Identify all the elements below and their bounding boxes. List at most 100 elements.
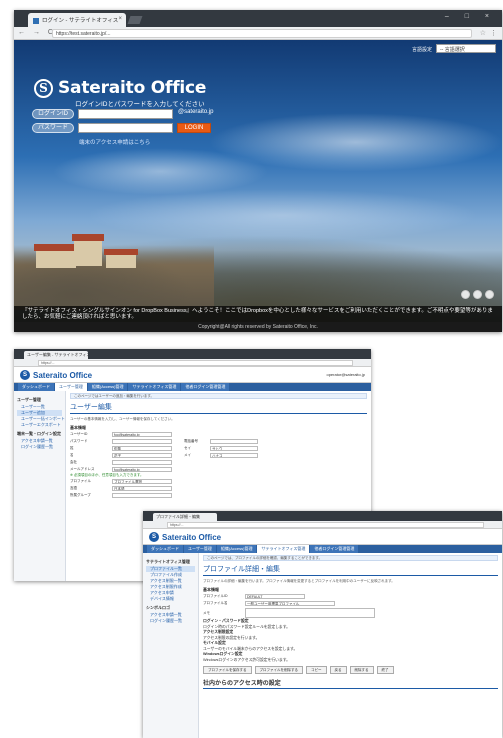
carousel-prev-icon[interactable] bbox=[473, 290, 482, 299]
form-row: パスワード 電話番号 bbox=[70, 438, 367, 445]
field-label: プロファイル bbox=[70, 479, 91, 483]
app-logo[interactable]: S Sateraito Office bbox=[20, 370, 92, 380]
profile-select[interactable]: プロファイル選択 bbox=[112, 479, 172, 484]
new-tab-button[interactable] bbox=[127, 16, 143, 24]
sidebar-item-device-info[interactable]: デバイス情報 bbox=[146, 596, 195, 602]
navigation-icons[interactable]: ← → C bbox=[18, 29, 56, 36]
form-row: プロファイル プロファイル選択 bbox=[70, 478, 367, 485]
tab-satellite-management[interactable]: サテライトオフィス管理 bbox=[257, 545, 310, 553]
app-logo[interactable]: S Sateraito Office bbox=[149, 532, 221, 542]
section-heading: 社内からのアクセス時の設定 bbox=[203, 678, 498, 689]
form-row: 所属グループ bbox=[70, 492, 367, 499]
user-id-field[interactable]: foo@sateraito.jp bbox=[112, 432, 172, 437]
field-label: 姓 bbox=[70, 446, 74, 450]
app-logo-text: Sateraito Office bbox=[33, 370, 93, 380]
address-bar: https://... bbox=[143, 521, 502, 529]
form-row: 姓 佐藤 セイ サトウ bbox=[70, 445, 367, 452]
password-input[interactable] bbox=[78, 123, 173, 133]
app-logo-text: Sateraito Office bbox=[162, 532, 222, 542]
memo-field[interactable] bbox=[245, 608, 375, 618]
finish-button[interactable]: 終了 bbox=[376, 666, 394, 674]
last-name-field[interactable]: 佐藤 bbox=[112, 446, 172, 451]
delete-profile-button[interactable]: プロファイルを削除する bbox=[254, 666, 303, 674]
tab-access-management[interactable]: 組織(Access)管理 bbox=[216, 545, 257, 553]
current-user[interactable]: operator@sateraito.jp bbox=[326, 372, 365, 377]
field-label: 所属グループ bbox=[70, 493, 91, 497]
back-button[interactable]: 戻る bbox=[329, 666, 347, 674]
email-field[interactable]: foo@sateraito.jp bbox=[112, 467, 172, 472]
carousel-next-icon[interactable] bbox=[485, 290, 494, 299]
url-field[interactable]: https://... bbox=[38, 360, 353, 366]
app-header: S Sateraito Office operator@sateraito.jp bbox=[14, 367, 371, 383]
profile-name-field[interactable]: 一般ユーザー用標準プロファイル bbox=[245, 601, 335, 606]
language-select[interactable]: 日本語 bbox=[112, 486, 172, 491]
language-select[interactable]: -- 言語選択 bbox=[436, 44, 496, 53]
setting-title: ログイン・パスワード設定 bbox=[203, 619, 249, 623]
page-title: ユーザー編集 bbox=[70, 402, 367, 414]
app-main-tabs: ダッシュボード ユーザー管理 組織(Access)管理 サテライトオフィス管理 … bbox=[14, 383, 371, 391]
login-id-input[interactable] bbox=[78, 109, 173, 119]
browser-tab[interactable]: プロファイル詳細・編集 bbox=[153, 513, 217, 521]
tab-user-management[interactable]: ユーザー管理 bbox=[55, 383, 87, 391]
browser-tab-bar: プロファイル詳細・編集 bbox=[143, 511, 502, 521]
field-label: 名 bbox=[70, 453, 74, 457]
phone-field[interactable] bbox=[210, 439, 258, 444]
password-label: パスワード bbox=[32, 123, 74, 133]
action-buttons: プロファイルを保存する プロファイルを削除する コピー 戻る 削除する 終了 bbox=[203, 666, 498, 674]
form-row: プロファイル名 一般ユーザー用標準プロファイル bbox=[203, 600, 498, 607]
browser-tab[interactable]: ユーザー編集 - サテライトオフィス bbox=[24, 351, 88, 359]
tab-other-login[interactable]: 他者ログイン管理管理 bbox=[181, 383, 230, 391]
field-label: メモ bbox=[203, 610, 210, 615]
close-tab-icon[interactable]: × bbox=[118, 16, 122, 22]
field-label: セイ bbox=[184, 446, 191, 450]
sidebar: ユーザー管理 ユーザー一覧 ユーザー追加 ユーザー一括インポート ユーザーエクス… bbox=[14, 391, 66, 581]
field-label: 電話番号 bbox=[184, 439, 198, 443]
form-row: 言語 日本語 bbox=[70, 485, 367, 492]
first-name-kana-field[interactable]: ハナコ bbox=[210, 453, 258, 458]
sidebar-item-user-export[interactable]: ユーザーエクスポート bbox=[17, 422, 62, 428]
field-label: 言語 bbox=[70, 486, 77, 490]
company-field[interactable] bbox=[112, 460, 172, 465]
language-label: 言語設定 bbox=[411, 47, 432, 53]
tab-access-management[interactable]: 組織(Access)管理 bbox=[87, 383, 128, 391]
app-main-tabs: ダッシュボード ユーザー管理 組織(Access)管理 サテライトオフィス管理 … bbox=[143, 545, 502, 553]
login-button[interactable]: LOGIN bbox=[177, 123, 211, 133]
sidebar: サテライトオフィス管理 プロファイル一覧 プロファイル作成 アクセス制限一覧 ア… bbox=[143, 553, 199, 738]
save-profile-button[interactable]: プロファイルを保存する bbox=[203, 666, 252, 674]
logo-mark-icon: S bbox=[20, 370, 30, 380]
sidebar-item-login-history[interactable]: ログイン履歴一覧 bbox=[146, 618, 195, 624]
carousel-pause-icon[interactable] bbox=[461, 290, 470, 299]
info-banner: このページでは、プロファイルの詳細を確認、編集することができます。 bbox=[203, 555, 498, 561]
tab-user-management[interactable]: ユーザー管理 bbox=[184, 545, 216, 553]
window-controls[interactable]: – □ × bbox=[445, 13, 496, 20]
copy-button[interactable]: コピー bbox=[306, 666, 327, 674]
browser-tab[interactable]: ログイン - サテライトオフィス × bbox=[28, 13, 126, 27]
last-name-kana-field[interactable]: サトウ bbox=[210, 446, 258, 451]
url-field[interactable]: https://test.sateraito.jp/... bbox=[52, 29, 472, 38]
sidebar-group-title: ユーザー管理 bbox=[17, 397, 41, 402]
delete-button[interactable]: 削除する bbox=[349, 666, 374, 674]
sidebar-item-login-history[interactable]: ログイン履歴一覧 bbox=[17, 444, 62, 450]
access-request-link[interactable]: 端末のアクセス申請はこちら bbox=[79, 138, 150, 146]
first-name-field[interactable]: 花子 bbox=[112, 453, 172, 458]
app-header: S Sateraito Office bbox=[143, 529, 502, 545]
sidebar-group-title: シンボルロゴ bbox=[146, 605, 170, 610]
tab-other-login[interactable]: 他者ログイン管理管理 bbox=[310, 545, 359, 553]
bookmark-star-icon[interactable]: ☆ bbox=[480, 29, 486, 37]
profile-id-field[interactable]: DEFAULT bbox=[245, 594, 305, 599]
page-description: プロファイルの詳細・編集を行います。プロファイル情報を変更するとプロファイルを利… bbox=[203, 579, 395, 583]
carousel-controls[interactable] bbox=[461, 290, 494, 299]
field-label: パスワード bbox=[70, 439, 88, 443]
tab-dashboard[interactable]: ダッシュボード bbox=[147, 545, 183, 553]
tab-dashboard[interactable]: ダッシュボード bbox=[18, 383, 54, 391]
group-field[interactable] bbox=[112, 493, 172, 498]
password-field[interactable] bbox=[112, 439, 172, 444]
url-field[interactable]: https://... bbox=[167, 522, 484, 528]
form-row: 会社 bbox=[70, 459, 367, 466]
form-row: ユーザーID foo@sateraito.jp bbox=[70, 431, 367, 438]
browser-menu-icon[interactable]: ⋮ bbox=[490, 29, 497, 37]
field-label: ユーザーID bbox=[70, 432, 88, 436]
tab-satellite-management[interactable]: サテライトオフィス管理 bbox=[128, 383, 181, 391]
main-content: このページでは、プロファイルの詳細を確認、編集することができます。 プロファイル… bbox=[203, 555, 498, 738]
setting-title: Windowsログイン設定 bbox=[203, 652, 243, 656]
